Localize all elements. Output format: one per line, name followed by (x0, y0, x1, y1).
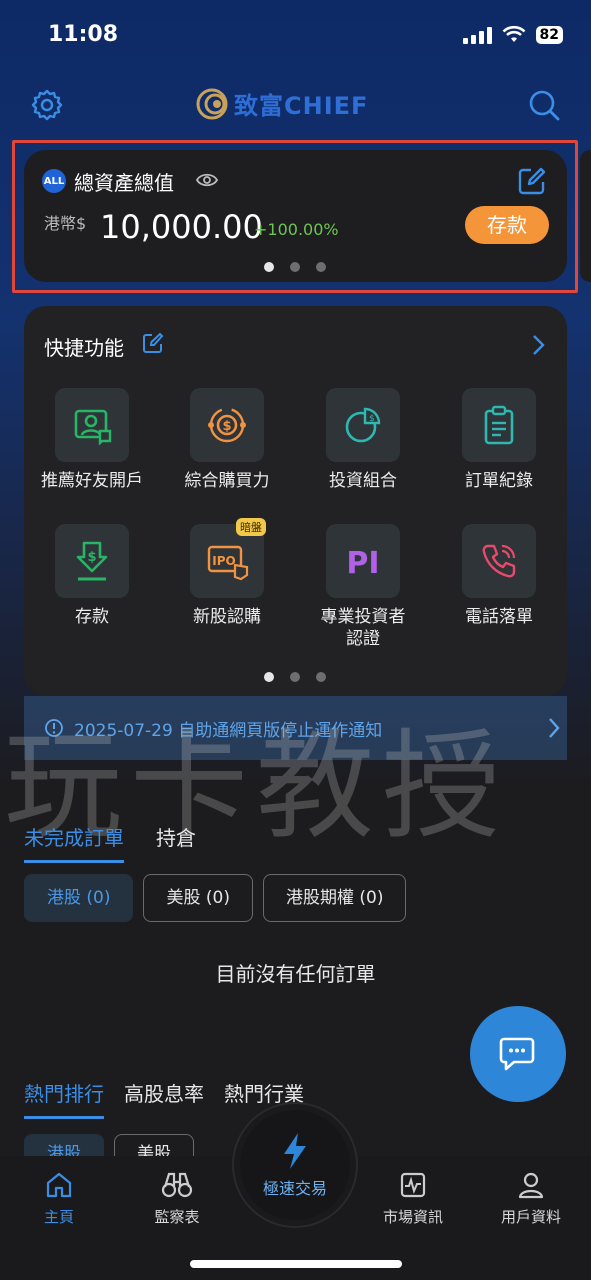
refer-friend-icon (74, 409, 112, 445)
brand-logo: 致富CHIEF (196, 86, 368, 121)
user-icon (518, 1172, 544, 1199)
quick-item-phone-order[interactable]: 電話落單 (431, 524, 567, 628)
status-bar: 11:08 82 (0, 0, 591, 70)
signal-icon (462, 26, 492, 44)
home-icon (46, 1172, 72, 1198)
portfolio-icon: $ (345, 407, 381, 443)
svg-text:IPO: IPO (212, 554, 235, 568)
svg-text:$: $ (222, 419, 231, 434)
chevron-right-icon (549, 718, 560, 738)
pi-icon: PI (346, 546, 379, 579)
next-card-peek[interactable] (580, 150, 591, 282)
phone-order-icon (482, 544, 516, 578)
nav-user-profile[interactable]: 用戶資料 (476, 1168, 586, 1227)
nav-home[interactable]: 主頁 (4, 1168, 114, 1227)
chevron-right-icon[interactable] (531, 334, 545, 356)
home-indicator (190, 1260, 402, 1268)
edit-icon[interactable] (142, 332, 164, 354)
deposit-icon: $ (76, 541, 108, 581)
tab-pending-orders[interactable]: 未完成訂單 (24, 822, 124, 863)
chat-icon (499, 1037, 535, 1071)
order-tabs: 未完成訂單 持倉 (24, 822, 196, 863)
ranking-tabs: 熱門排行 高股息率 熱門行業 (24, 1078, 304, 1119)
tab-positions[interactable]: 持倉 (156, 822, 196, 861)
battery-indicator: 82 (535, 26, 563, 44)
highlight-frame (12, 140, 578, 293)
lightning-icon (284, 1133, 306, 1169)
quick-item-buying-power[interactable]: $ 綜合購買力 (159, 388, 295, 492)
status-time: 11:08 (48, 22, 119, 47)
quick-page-dots[interactable] (264, 672, 326, 682)
quick-item-refer-friend[interactable]: 推薦好友開戶 (24, 388, 160, 492)
market-chart-icon (400, 1172, 426, 1198)
quick-item-label: 電話落單 (465, 607, 533, 627)
top-bar: 致富CHIEF (0, 82, 591, 128)
nav-label: 監察表 (154, 1208, 200, 1226)
quick-item-label: 綜合購買力 (184, 471, 270, 491)
order-record-icon (484, 405, 514, 445)
nav-watchlist[interactable]: 監察表 (122, 1168, 232, 1227)
quick-item-pi[interactable]: PI 專業投資者 認證 (295, 524, 431, 650)
nav-label: 用戶資料 (500, 1208, 561, 1226)
quick-item-order-record[interactable]: 訂單紀錄 (431, 388, 567, 492)
quick-item-label: 訂單紀錄 (465, 471, 533, 491)
binoculars-icon (161, 1172, 193, 1198)
svg-text:$: $ (87, 550, 96, 565)
filter-hk-options[interactable]: 港股期權 (0) (262, 874, 407, 922)
quick-trade-label: 極速交易 (262, 1179, 327, 1198)
quick-item-label: 存款 (75, 607, 109, 627)
svg-text:PI: PI (346, 546, 379, 579)
quick-item-label: 專業投資者 認證 (320, 607, 406, 649)
filter-hk-stocks[interactable]: 港股 (0) (24, 874, 134, 922)
quick-item-ipo[interactable]: IPO 暗盤 新股認購 (159, 518, 295, 628)
wifi-icon (502, 26, 525, 42)
logo-mark-icon (196, 88, 228, 119)
filter-us-stocks[interactable]: 美股 (0) (143, 874, 253, 922)
search-icon[interactable] (527, 88, 561, 122)
quick-item-label: 投資組合 (329, 471, 397, 491)
tab-high-dividend[interactable]: 高股息率 (124, 1078, 204, 1117)
order-market-filter: 港股 (0) 美股 (0) 港股期權 (0) (24, 874, 407, 922)
svg-text:$: $ (369, 414, 375, 424)
quick-functions-title: 快捷功能 (44, 336, 124, 360)
nav-label: 市場資訊 (382, 1208, 443, 1226)
ipo-icon: IPO (207, 545, 249, 581)
settings-gear-icon[interactable] (30, 88, 64, 122)
quick-trade-button[interactable]: 極速交易 (234, 1104, 356, 1226)
tab-hot-ranking[interactable]: 熱門排行 (24, 1078, 104, 1119)
quick-item-label: 新股認購 (193, 607, 261, 627)
nav-label: 主頁 (43, 1208, 74, 1226)
chat-button[interactable] (470, 1006, 566, 1102)
notice-banner[interactable]: 2025-07-29 自助通網頁版停止運作通知 (24, 696, 567, 760)
logo-text: 致富CHIEF (234, 92, 369, 120)
notice-text: 2025-07-29 自助通網頁版停止運作通知 (74, 721, 383, 741)
quick-item-portfolio[interactable]: $ 投資組合 (295, 388, 431, 492)
status-icons: 82 (462, 26, 563, 44)
buying-power-icon: $ (208, 407, 246, 443)
quick-item-deposit[interactable]: $ 存款 (24, 524, 160, 628)
nav-market-info[interactable]: 市場資訊 (358, 1168, 468, 1227)
dark-pool-badge: 暗盤 (236, 518, 266, 536)
quick-item-label: 推薦好友開戶 (41, 471, 143, 491)
empty-orders-message: 目前沒有任何訂單 (215, 962, 376, 986)
info-icon (45, 719, 63, 737)
quick-functions-card: 快捷功能 推薦好友開戶 $ 綜合購買力 $ 投資組合 訂單紀錄 $ 存款 IPO… (24, 306, 567, 696)
